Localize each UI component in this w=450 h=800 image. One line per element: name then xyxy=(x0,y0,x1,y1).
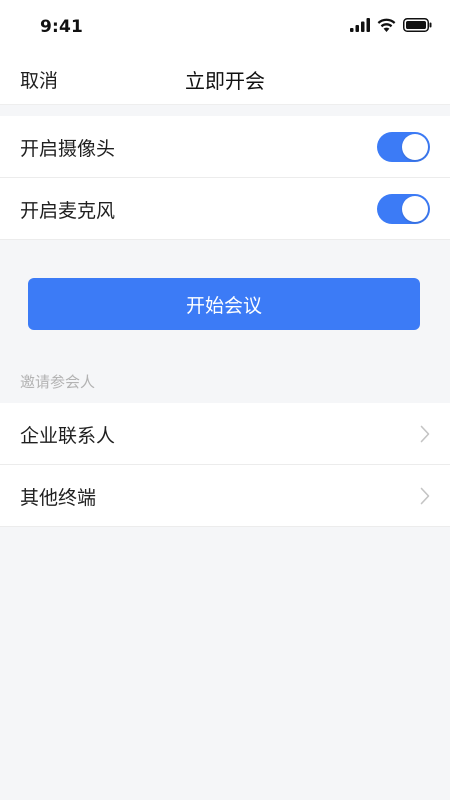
chevron-right-icon xyxy=(420,487,430,505)
status-time: 9:41 xyxy=(40,17,84,37)
battery-icon xyxy=(403,17,432,36)
start-meeting-button[interactable]: 开始会议 xyxy=(28,278,420,330)
chevron-right-icon xyxy=(420,425,430,443)
camera-toggle-knob xyxy=(402,134,428,160)
list-item-other-terminals[interactable]: 其他终端 xyxy=(0,465,450,527)
list-item-enterprise-contacts[interactable]: 企业联系人 xyxy=(0,403,450,465)
invite-group: 企业联系人 其他终端 xyxy=(0,403,450,527)
microphone-toggle-knob xyxy=(402,196,428,222)
cancel-button[interactable]: 取消 xyxy=(20,66,58,93)
status-bar: 9:41 xyxy=(0,0,450,52)
camera-row: 开启摄像头 xyxy=(0,116,450,178)
camera-toggle[interactable] xyxy=(377,132,430,162)
wifi-icon xyxy=(377,17,396,36)
nav-bar: 取消 立即开会 xyxy=(0,52,450,105)
status-icons xyxy=(350,17,432,36)
microphone-label: 开启麦克风 xyxy=(20,200,116,222)
settings-group: 开启摄像头 开启麦克风 xyxy=(0,116,450,240)
microphone-toggle[interactable] xyxy=(377,194,430,224)
enterprise-contacts-label: 企业联系人 xyxy=(20,425,116,447)
other-terminals-label: 其他终端 xyxy=(20,487,97,509)
microphone-row: 开启麦克风 xyxy=(0,178,450,240)
page-title: 立即开会 xyxy=(185,69,265,93)
signal-icon xyxy=(350,17,370,36)
invite-section-title: 邀请参会人 xyxy=(20,373,96,391)
camera-label: 开启摄像头 xyxy=(20,138,116,160)
